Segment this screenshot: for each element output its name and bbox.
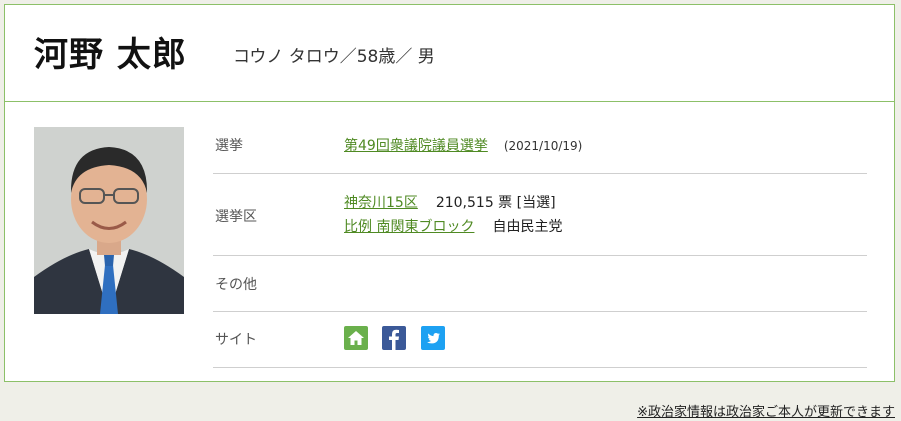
twitter-icon[interactable] [420,326,445,350]
election-date: (2021/10/19) [503,139,583,153]
party-name: 自由民主党 [492,219,563,235]
label-other: その他 [215,277,257,293]
label-election: 選挙 [215,138,243,154]
row-district: 選挙区 神奈川15区 210,515 票 [当選] 比例 南関東ブロック 自由民主党 [213,174,867,256]
profile-header: 河野 太郎 コウノ タロウ／58歳／ 男 [5,5,894,102]
pr-block-link[interactable]: 比例 南関東ブロック [344,219,474,235]
kana-age-gender: コウノ タロウ／58歳／ 男 [233,47,435,67]
site-icons [344,326,455,350]
politician-card: 河野 太郎 コウノ タロウ／58歳／ 男 選挙 第49回衆議院議員選挙 (202… [4,4,895,382]
label-district: 選挙区 [215,209,257,225]
row-election: 選挙 第49回衆議院議員選挙 (2021/10/19) [213,118,867,174]
row-site: サイト [213,312,867,368]
update-note-link[interactable]: ※政治家情報は政治家ご本人が更新できます [637,401,895,420]
label-site: サイト [215,332,257,348]
portrait-illustration [34,127,184,314]
election-link[interactable]: 第49回衆議院議員選挙 [344,138,488,154]
district-value: 神奈川15区 210,515 票 [当選] 比例 南関東ブロック 自由民主党 [344,191,562,239]
facebook-icon[interactable] [382,326,407,350]
row-other: その他 [213,256,867,312]
info-table: 選挙 第49回衆議院議員選挙 (2021/10/19) 選挙区 神奈川15区 210… [213,118,867,368]
politician-name: 河野 太郎 [34,35,187,75]
home-icon[interactable] [344,326,368,350]
election-value: 第49回衆議院議員選挙 (2021/10/19) [344,135,582,155]
portrait-photo [34,127,184,314]
district-link[interactable]: 神奈川15区 [344,195,418,211]
district-votes: 210,515 票 [当選] [435,195,556,211]
